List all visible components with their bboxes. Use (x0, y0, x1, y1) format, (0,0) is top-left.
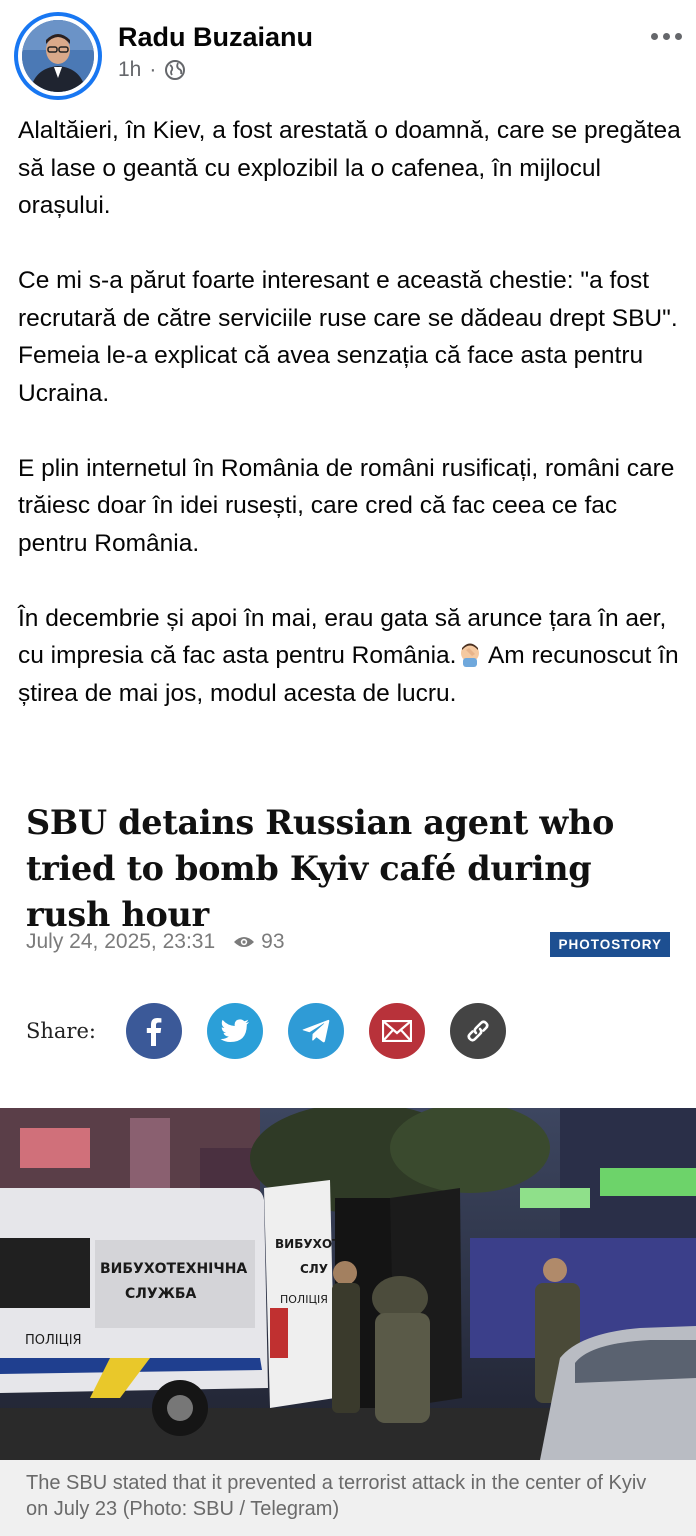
post-time[interactable]: 1h (118, 58, 141, 82)
article-headline[interactable]: SBU detains Russian agent who tried to b… (26, 800, 676, 938)
avatar-photo (22, 20, 94, 92)
article-views: 93 (233, 930, 285, 954)
post-paragraph: Ce mi s-a părut foarte interesant e acea… (18, 267, 678, 407)
link-icon (467, 1020, 489, 1042)
share-label: Share: (26, 1019, 96, 1043)
copy-link-button[interactable] (450, 1003, 506, 1059)
post-paragraph-last: În decembrie și apoi în mai, erau gata s… (18, 600, 684, 713)
telegram-share-button[interactable] (288, 1003, 344, 1059)
photo-caption: The SBU stated that it prevented a terro… (0, 1460, 696, 1536)
globe-icon[interactable] (164, 59, 186, 81)
eye-icon (234, 937, 255, 947)
post-meta: 1h · (118, 58, 186, 82)
telegram-icon (302, 1019, 330, 1043)
van-police-text: ПОЛІЦІЯ (25, 1333, 82, 1348)
article-photo[interactable]: ВИБУХОТЕХНІЧНА СЛУЖБА ПОЛІЦІЯ ВИБУХОТ СЛ… (0, 1108, 696, 1460)
photostory-badge[interactable]: PHOTOSTORY (550, 932, 670, 957)
van-door-text-2: СЛУ (300, 1262, 328, 1276)
more-options-icon[interactable] (646, 26, 686, 46)
post-body: Alaltăieri, în Kiev, a fost arestată o d… (18, 112, 684, 712)
shared-article[interactable]: SBU detains Russian agent who tried to b… (0, 770, 696, 1536)
post-paragraph: E plin internetul în România de români r… (18, 454, 675, 557)
post-header: Radu Buzaianu 1h · (0, 0, 696, 100)
facebook-icon (146, 1018, 162, 1046)
profile-photo-icon (22, 20, 94, 92)
van-door-text-1: ВИБУХОТ (275, 1237, 341, 1251)
meta-separator: · (149, 58, 157, 81)
van-photo-illustration: ВИБУХОТЕХНІЧНА СЛУЖБА ПОЛІЦІЯ ВИБУХОТ СЛ… (0, 1108, 696, 1460)
avatar[interactable] (14, 12, 102, 100)
van-door-text-3: ПОЛІЦІЯ (280, 1293, 328, 1306)
article-date: July 24, 2025, 23:31 (26, 930, 216, 953)
twitter-share-button[interactable] (207, 1003, 263, 1059)
author-name[interactable]: Radu Buzaianu (118, 22, 313, 53)
article-meta: July 24, 2025, 23:31 93 (26, 930, 285, 954)
email-share-button[interactable] (369, 1003, 425, 1059)
facebook-share-button[interactable] (126, 1003, 182, 1059)
twitter-icon (220, 1019, 249, 1042)
post-paragraph: Alaltăieri, în Kiev, a fost arestată o d… (18, 117, 681, 219)
share-row: Share: (26, 1003, 531, 1059)
views-count: 93 (261, 930, 285, 953)
email-icon (382, 1020, 412, 1042)
facepalm-emoji-icon (460, 643, 479, 667)
van-text-1: ВИБУХОТЕХНІЧНА (100, 1261, 247, 1277)
van-text-2: СЛУЖБА (125, 1286, 197, 1302)
